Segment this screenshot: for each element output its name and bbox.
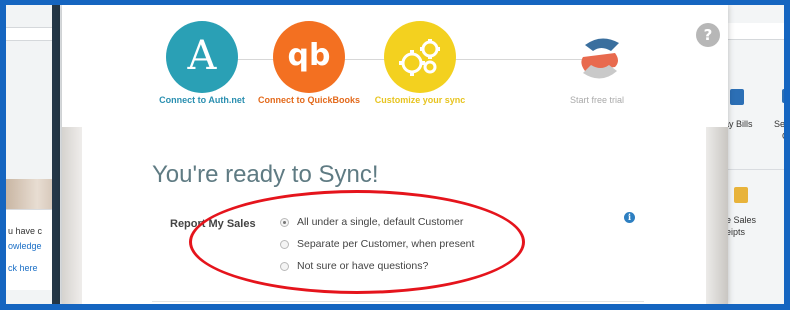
- background-toolbar: [724, 23, 784, 40]
- background-toolbar: [6, 27, 58, 41]
- background-link[interactable]: owledge: [8, 241, 42, 251]
- page-title: You're ready to Sync!: [152, 161, 379, 188]
- divider: [724, 169, 784, 170]
- step-quickbooks-icon[interactable]: qb: [273, 21, 345, 93]
- sales-receipts-label-2[interactable]: eipts: [726, 227, 745, 237]
- pay-bills-label[interactable]: ay Bills: [724, 119, 753, 129]
- see-options-label[interactable]: See F: [774, 119, 784, 129]
- highlight-annotation-ellipse: [189, 190, 525, 294]
- content-panel-left-shadow: [62, 127, 82, 304]
- options-icon[interactable]: [782, 89, 784, 103]
- sales-receipts-label[interactable]: e Sales: [726, 215, 756, 225]
- background-app-right: ay Bills See F Op e Sales eipts: [724, 5, 784, 304]
- see-options-label-2[interactable]: Op: [782, 131, 784, 141]
- step-customize-gears-icon[interactable]: [384, 21, 456, 93]
- step-start-trial-logo-icon[interactable]: [575, 31, 627, 85]
- pay-bills-icon[interactable]: [730, 89, 744, 105]
- divider: [152, 301, 644, 302]
- help-icon[interactable]: ?: [696, 23, 720, 47]
- info-icon[interactable]: i: [624, 212, 635, 223]
- background-banner-image: [6, 179, 58, 209]
- step-auth-net-icon[interactable]: A: [166, 21, 238, 93]
- step-label-customize[interactable]: Customize your sync: [350, 95, 490, 105]
- background-text: u have c: [8, 226, 43, 236]
- screenshot-frame: u have c owledge ck here ay Bills See F …: [0, 0, 790, 310]
- sales-receipts-icon[interactable]: [734, 187, 748, 203]
- step-label-free-trial[interactable]: Start free trial: [527, 95, 667, 105]
- background-link[interactable]: ck here: [8, 263, 38, 273]
- modal-backdrop-edge: [52, 5, 60, 304]
- content-panel-right-shadow: [706, 127, 728, 304]
- background-app-left: u have c owledge ck here: [6, 5, 58, 304]
